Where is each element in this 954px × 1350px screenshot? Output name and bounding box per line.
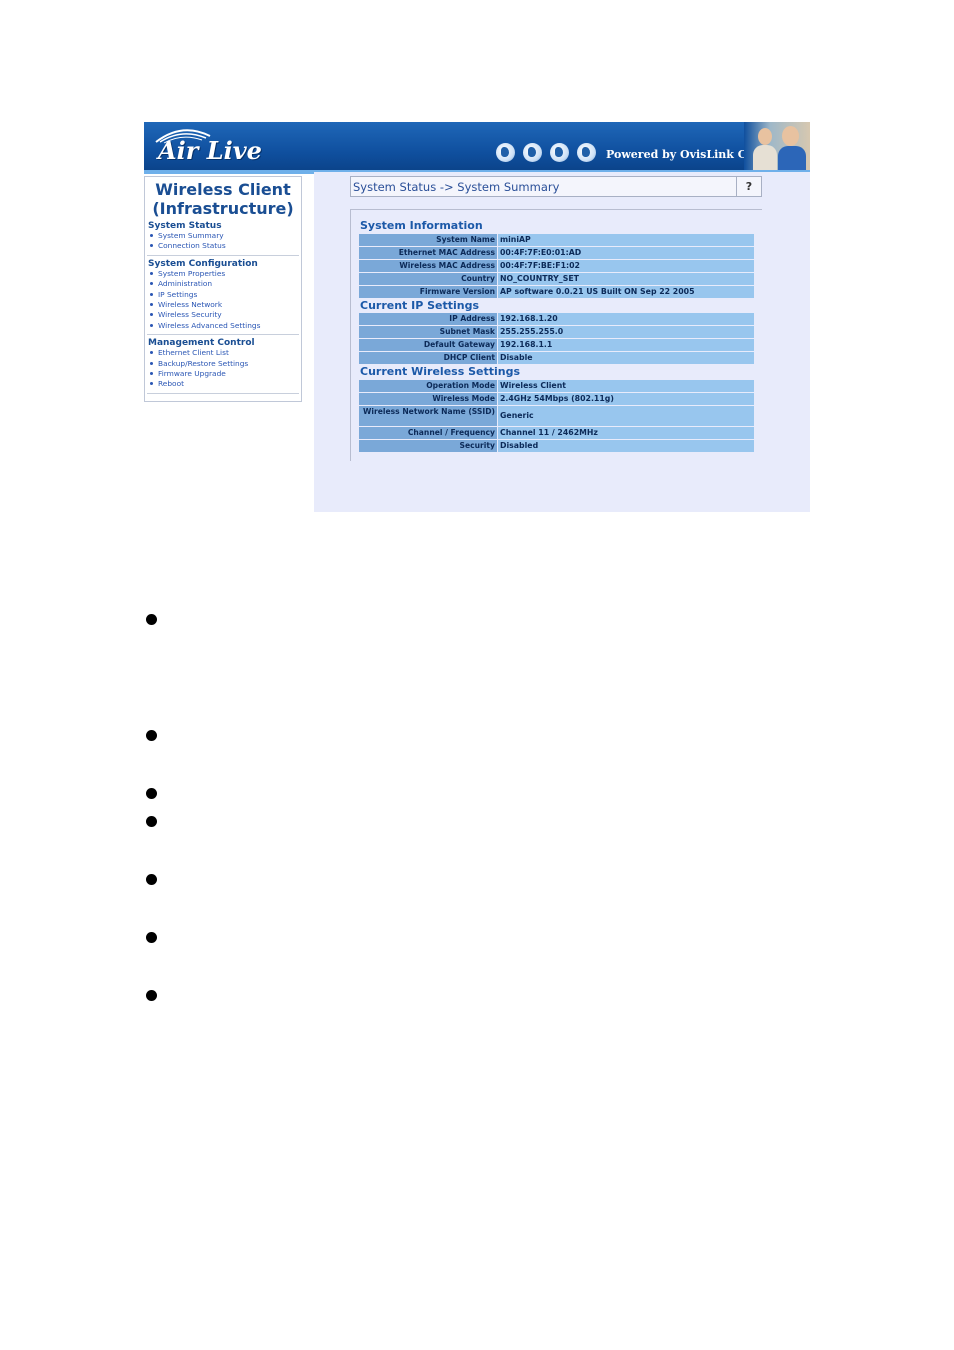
group-title-system-information: System Information [360,219,483,232]
globe-icon [550,143,569,162]
row-value: Disable [498,352,754,364]
sidebar-item-system-summary[interactable]: System Summary [148,231,301,241]
bullet-icon [146,874,157,885]
sidebar-item-system-properties[interactable]: System Properties [148,269,301,279]
globe-icon [523,143,542,162]
info-row: Ethernet MAC Address 00:4F:7F:E0:01:AD [359,247,754,259]
row-label: Country [359,273,497,285]
section-system-status: System Status [148,221,222,231]
row-label: Wireless Mode [359,393,497,405]
header-photo [744,122,810,170]
row-label: System Name [359,234,497,246]
info-row: Operation Mode Wireless Client [359,380,754,392]
row-label: Default Gateway [359,339,497,351]
row-value: 00:4F:7F:BE:F1:02 [498,260,754,272]
bullet-icon [146,990,157,1001]
bullet-icon [146,932,157,943]
sidebar-nav: Wireless Client (Infrastructure) System … [144,176,302,402]
bullet-icon [146,614,157,625]
row-label: DHCP Client [359,352,497,364]
row-label: Wireless Network Name (SSID) [359,406,497,426]
row-value: NO_COUNTRY_SET [498,273,754,285]
row-label: Firmware Version [359,286,497,298]
row-label: Operation Mode [359,380,497,392]
page-title: System Status -> System Summary [353,180,560,194]
section-system-configuration: System Configuration [148,258,258,269]
bullet-icon [146,816,157,827]
mode-title: Wireless Client (Infrastructure) [152,180,294,218]
row-value: 00:4F:7F:E0:01:AD [498,247,754,259]
row-label: Ethernet MAC Address [359,247,497,259]
info-row: Wireless Mode 2.4GHz 54Mbps (802.11g) [359,393,754,405]
screenshot-frame: Air Live Powered by OvisLink Corp. Wirel… [144,122,810,512]
brand-logo: Air Live [158,136,262,165]
info-row: Firmware Version AP software 0.0.21 US Bu… [359,286,754,298]
row-label: IP Address [359,313,497,325]
info-row: DHCP Client Disable [359,352,754,364]
info-row: System Name miniAP [359,234,754,246]
bullet-icon [146,788,157,799]
row-value: 255.255.255.0 [498,326,754,338]
sidebar-item-backup-restore[interactable]: Backup/Restore Settings [148,359,301,369]
info-row: Wireless Network Name (SSID) Generic [359,406,754,426]
row-value: AP software 0.0.21 US Built ON Sep 22 20… [498,286,754,298]
group-title-ip-settings: Current IP Settings [360,299,480,312]
sidebar-item-wireless-advanced-settings[interactable]: Wireless Advanced Settings [148,321,301,331]
globe-icon [577,143,596,162]
sidebar-item-wireless-network[interactable]: Wireless Network [148,300,301,310]
sidebar-item-administration[interactable]: Administration [148,279,301,289]
sidebar-item-wireless-security[interactable]: Wireless Security [148,310,301,320]
sidebar-item-ethernet-client-list[interactable]: Ethernet Client List [148,348,301,358]
row-label: Security [359,440,497,452]
info-row: Subnet Mask 255.255.255.0 [359,326,754,338]
row-value: Generic [498,406,754,426]
row-value: 2.4GHz 54Mbps (802.11g) [498,393,754,405]
main-content: System Status -> System Summary ? System… [314,172,810,512]
row-value: Channel 11 / 2462MHz [498,427,754,439]
sidebar-item-ip-settings[interactable]: IP Settings [148,290,301,300]
header-banner: Air Live Powered by OvisLink Corp. [144,122,810,174]
row-value: 192.168.1.1 [498,339,754,351]
row-value: miniAP [498,234,754,246]
row-value: Wireless Client [498,380,754,392]
info-row: Default Gateway 192.168.1.1 [359,339,754,351]
info-row: Security Disabled [359,440,754,452]
sidebar-item-reboot[interactable]: Reboot [148,379,301,389]
section-management-control: Management Control [148,338,255,349]
sidebar-item-connection-status[interactable]: Connection Status [148,241,301,251]
row-label: Wireless MAC Address [359,260,497,272]
info-row: IP Address 192.168.1.20 [359,313,754,325]
globe-icons [496,143,596,163]
globe-icon [496,143,515,162]
row-value: 192.168.1.20 [498,313,754,325]
bullet-icon [146,730,157,741]
info-row: Wireless MAC Address 00:4F:7F:BE:F1:02 [359,260,754,272]
row-label: Channel / Frequency [359,427,497,439]
group-title-wireless-settings: Current Wireless Settings [360,365,520,378]
breadcrumb: System Status -> System Summary ? [350,176,762,197]
row-value: Disabled [498,440,754,452]
info-row: Channel / Frequency Channel 11 / 2462MHz [359,427,754,439]
help-button[interactable]: ? [736,177,761,196]
row-label: Subnet Mask [359,326,497,338]
info-row: Country NO_COUNTRY_SET [359,273,754,285]
sidebar-item-firmware-upgrade[interactable]: Firmware Upgrade [148,369,301,379]
